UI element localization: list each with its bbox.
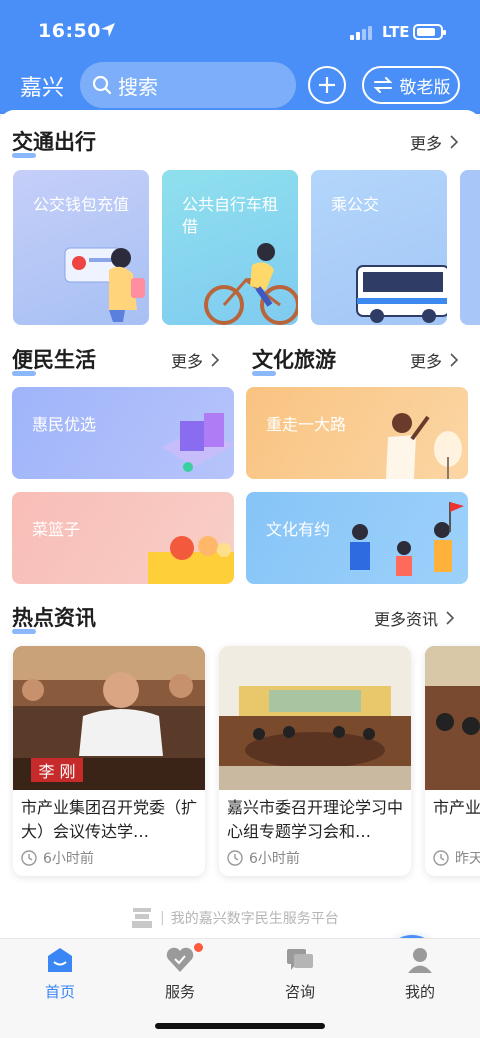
heart-icon: [166, 947, 194, 972]
card-culture-date[interactable]: 文化有约: [246, 492, 468, 584]
section-title-news: 热点资讯: [12, 602, 96, 634]
bus-card-illustration: [64, 247, 145, 322]
news-time: 6小时前: [21, 848, 94, 868]
news-more-link[interactable]: 更多资讯: [374, 606, 455, 630]
app-header: 16:50 LTE 嘉兴 搜索 敬老版: [0, 0, 480, 114]
news-title: 嘉兴市委召开理论学习中心组专题学习会和…: [227, 798, 404, 841]
culture-more-link[interactable]: 更多: [410, 348, 459, 372]
news-photo: [219, 646, 411, 790]
news-photo: 李 刚: [13, 646, 205, 790]
section-title-traffic: 交通出行: [12, 126, 96, 158]
chevron-right-icon: [450, 353, 459, 367]
news-card[interactable]: 嘉兴市委召开理论学习中心组专题学习会和… 6小时前: [219, 646, 411, 876]
tab-services[interactable]: 服务: [140, 943, 220, 1002]
status-bar: 16:50 LTE: [0, 0, 480, 60]
switch-arrows-icon: [373, 77, 392, 93]
traffic-more-link[interactable]: 更多: [410, 130, 459, 154]
hiker-illustration: [386, 413, 462, 479]
jia-logo-icon: [132, 908, 152, 928]
battery-icon: [413, 24, 446, 40]
card-cailanzi[interactable]: 菜篮子: [12, 492, 234, 584]
news-title: 市产业…举办工…: [433, 798, 480, 817]
search-placeholder: 搜索: [118, 74, 158, 99]
platform-slogan: | 我的嘉兴数字民生服务平台: [130, 906, 339, 930]
main-content: 交通出行 更多 公交钱包充值 公共自行车租借 乘公交 便民生活 更多 文化旅游 …: [0, 110, 480, 938]
tab-consult[interactable]: 咨询: [260, 945, 340, 1002]
card-traffic-partial[interactable]: [460, 170, 480, 325]
card-take-bus[interactable]: 乘公交: [311, 170, 447, 325]
chevron-right-icon: [446, 611, 455, 625]
news-photo: [425, 646, 480, 790]
chat-icon: [287, 949, 313, 970]
network-type: LTE: [382, 23, 410, 41]
status-time: 16:50: [38, 20, 101, 42]
elder-mode-label: 敬老版: [399, 77, 451, 98]
search-icon: [92, 75, 112, 95]
signal-icon: [350, 26, 372, 40]
card-revisit-road[interactable]: 重走一大路: [246, 387, 468, 479]
news-card[interactable]: 市产业…举办工… 昨天: [425, 646, 480, 876]
notification-badge: [194, 943, 203, 952]
location-arrow-icon: [101, 23, 115, 37]
tab-profile[interactable]: 我的: [380, 945, 460, 1002]
family-illustration: [350, 502, 464, 576]
elder-mode-button[interactable]: 敬老版: [362, 66, 460, 104]
chevron-right-icon: [211, 353, 220, 367]
shopping-illustration: [162, 413, 234, 472]
card-bus-wallet[interactable]: 公交钱包充值: [13, 170, 149, 325]
section-title-life: 便民生活: [12, 344, 96, 376]
home-indicator: [155, 1023, 325, 1029]
chevron-right-icon: [450, 135, 459, 149]
city-selector[interactable]: 嘉兴: [20, 70, 64, 102]
bus-illustration: [356, 265, 447, 323]
profile-icon: [408, 948, 432, 973]
name-plate: 李 刚: [31, 758, 83, 782]
news-card[interactable]: 李 刚 市产业集团召开党委（扩大）会议传达学… 6小时前: [13, 646, 205, 876]
add-button[interactable]: [308, 66, 346, 104]
home-icon: [48, 948, 72, 972]
news-time: 6小时前: [227, 848, 300, 868]
section-title-culture: 文化旅游: [252, 344, 336, 376]
card-public-bike[interactable]: 公共自行车租借: [162, 170, 298, 325]
clock-icon: [227, 850, 243, 866]
tab-home[interactable]: 首页: [20, 945, 100, 1002]
card-huimin[interactable]: 惠民优选: [12, 387, 234, 479]
news-time: 昨天: [433, 848, 480, 868]
clock-icon: [433, 850, 449, 866]
bicycle-illustration: [204, 243, 298, 325]
vegetable-basket-illustration: [148, 536, 234, 584]
clock-icon: [21, 850, 37, 866]
news-title: 市产业集团召开党委（扩大）会议传达学…: [21, 798, 198, 841]
life-more-link[interactable]: 更多: [171, 348, 220, 372]
plus-icon: [319, 77, 335, 93]
search-bar[interactable]: 搜索: [80, 62, 296, 108]
